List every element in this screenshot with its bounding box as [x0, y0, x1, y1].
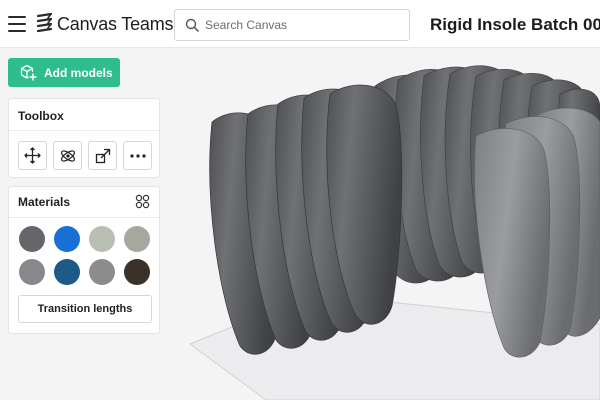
material-swatch[interactable] [89, 226, 115, 252]
material-swatch[interactable] [19, 226, 45, 252]
add-models-button[interactable]: Add models [8, 58, 120, 87]
rotate-icon [60, 149, 75, 162]
material-swatch[interactable] [19, 259, 45, 285]
toolbox-panel: Toolbox [8, 98, 160, 178]
material-swatch[interactable] [54, 259, 80, 285]
search-input[interactable] [205, 10, 405, 40]
divider [9, 130, 159, 131]
material-swatch[interactable] [124, 226, 150, 252]
canvas-logo-icon [36, 13, 53, 33]
more-icon [129, 153, 146, 158]
materials-title: Materials [18, 195, 71, 209]
material-swatch[interactable] [124, 259, 150, 285]
app-title: Canvas Teams [57, 14, 174, 34]
grid-icon[interactable] [135, 194, 150, 209]
rotate-tool-button[interactable] [53, 141, 82, 170]
scale-tool-button[interactable] [88, 141, 117, 170]
transition-lengths-button[interactable]: Transition lengths [18, 295, 152, 323]
add-model-cube-icon [20, 64, 37, 81]
material-swatch[interactable] [89, 259, 115, 285]
document-title: Rigid Insole Batch 00... [430, 15, 600, 34]
move-tool-button[interactable] [18, 141, 47, 170]
3d-viewport[interactable] [170, 56, 600, 400]
scale-icon [95, 148, 110, 163]
add-models-label: Add models [44, 65, 113, 80]
menu-icon[interactable] [8, 16, 26, 32]
top-bar: Canvas Teams Rigid Insole Batch 00... [0, 0, 600, 48]
search-icon [185, 18, 199, 32]
insole-front-row [209, 84, 403, 355]
move-icon [24, 147, 41, 164]
divider [9, 217, 159, 218]
more-tools-button[interactable] [123, 141, 152, 170]
material-swatch[interactable] [54, 226, 80, 252]
toolbox-title: Toolbox [18, 109, 64, 123]
search-box[interactable] [174, 9, 410, 41]
materials-panel: Materials Transition lengths [8, 186, 160, 334]
insole-scene [188, 65, 600, 400]
